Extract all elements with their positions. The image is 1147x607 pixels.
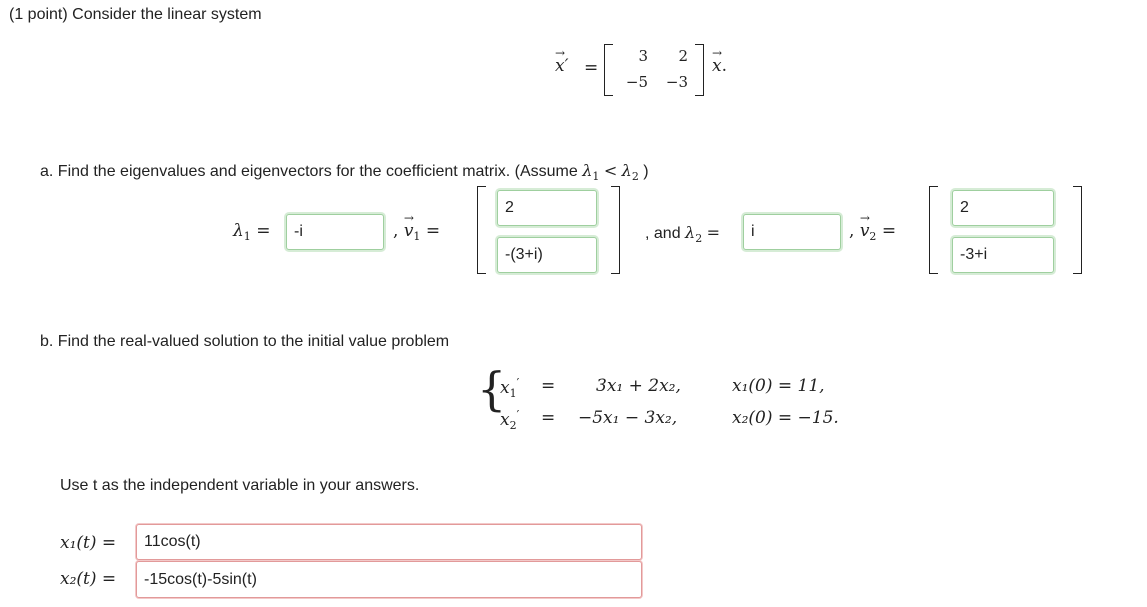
problem-intro: (1 point) Consider the linear system <box>9 6 262 23</box>
matrix-a22: −3 <box>665 73 688 91</box>
instructions: Use t as the independent variable in you… <box>60 477 420 494</box>
v2-top-input[interactable]: 2 <box>952 190 1054 226</box>
ivp-ic-1: x₁(0) = 11, <box>732 376 825 396</box>
system-rhs-vector: x →. <box>712 46 727 76</box>
part-b-prompt: b. Find the real-valued solution to the … <box>40 333 450 350</box>
lambda2-label: , and λ2 = <box>645 223 721 245</box>
lambda1-label: λ1 = <box>233 221 271 243</box>
x1-label: x₁(t) = <box>60 533 117 553</box>
lambda1-input[interactable]: -i <box>286 214 384 250</box>
v1-label: , v → 1 = <box>393 211 441 243</box>
system-lhs: x → ′ <box>555 46 569 76</box>
matrix-a11: 3 <box>638 47 648 65</box>
ivp-eq-2: = <box>541 408 556 428</box>
matrix-a12: 2 <box>678 47 688 65</box>
x2-label: x₂(t) = <box>60 569 117 589</box>
part-a-prompt: a. Find the eigenvalues and eigenvectors… <box>40 161 649 183</box>
v2-bottom-input[interactable]: -3+i <box>952 237 1054 273</box>
x1-answer-input[interactable]: 11cos(t) <box>136 524 642 560</box>
ivp-lhs-1: x1′ <box>500 376 520 400</box>
matrix-a21: −5 <box>625 73 648 91</box>
x2-answer-input[interactable]: -15cos(t)-5sin(t) <box>136 561 642 598</box>
ivp-ic-2: x₂(0) = −15. <box>732 408 839 428</box>
v1-top-input[interactable]: 2 <box>497 190 597 226</box>
system-equals: = <box>584 58 599 78</box>
ivp-lhs-2: x2′ <box>500 408 520 432</box>
v2-label: , v → 2 = <box>849 211 897 243</box>
ivp-rhs-2: −5x₁ − 3x₂, <box>578 408 678 428</box>
ivp-eq-1: = <box>541 376 556 396</box>
ivp-rhs-1: 3x₁ + 2x₂, <box>596 376 681 396</box>
v1-bottom-input[interactable]: -(3+i) <box>497 237 597 273</box>
lambda2-input[interactable]: i <box>743 214 841 250</box>
